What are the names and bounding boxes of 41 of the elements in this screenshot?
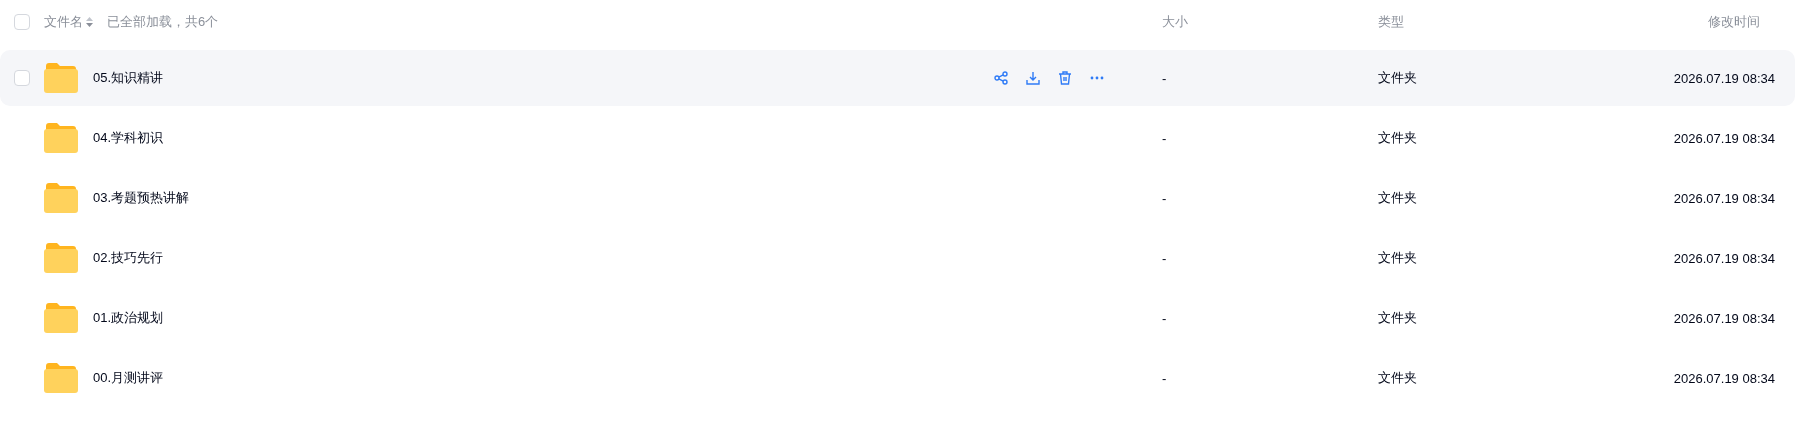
modified-time: 2026.07.19 08:34 <box>1672 70 1775 86</box>
type-column-header: 类型 <box>1378 13 1405 31</box>
file-size: - <box>1162 250 1168 266</box>
checkbox[interactable] <box>14 14 30 30</box>
file-size: - <box>1162 130 1168 146</box>
folder-icon <box>44 303 78 333</box>
file-type: 文件夹 <box>1378 309 1418 327</box>
file-type: 文件夹 <box>1378 369 1418 387</box>
file-name[interactable]: 03.考题预热讲解 <box>93 189 190 207</box>
folder-icon <box>44 123 78 153</box>
file-name[interactable]: 04.学科初识 <box>93 129 164 147</box>
share-icon[interactable] <box>994 71 1008 85</box>
file-type: 文件夹 <box>1378 69 1418 87</box>
file-name[interactable]: 02.技巧先行 <box>93 249 164 267</box>
modified-time: 2026.07.19 08:34 <box>1672 190 1775 206</box>
checkbox[interactable] <box>14 70 30 86</box>
file-type: 文件夹 <box>1378 189 1418 207</box>
delete-icon[interactable] <box>1058 71 1072 85</box>
file-size: - <box>1162 370 1168 386</box>
modified-time: 2026.07.19 08:34 <box>1672 370 1775 386</box>
size-column-header: 大小 <box>1162 13 1189 31</box>
file-name[interactable]: 00.月测讲评 <box>93 369 164 387</box>
file-size: - <box>1162 190 1168 206</box>
modified-column-header: 修改时间 <box>1707 13 1761 31</box>
modified-time: 2026.07.19 08:34 <box>1672 130 1775 146</box>
file-row-highlight[interactable]: 05.知识精讲 - 文件夹 2026.07.19 08:34 <box>0 50 1795 106</box>
download-icon[interactable] <box>1026 71 1040 85</box>
file-type: 文件夹 <box>1378 129 1418 147</box>
file-size: - <box>1162 70 1168 86</box>
load-status: 已全部加载，共6个 <box>107 13 219 31</box>
file-name[interactable]: 05.知识精讲 <box>93 69 164 87</box>
modified-time: 2026.07.19 08:34 <box>1672 250 1775 266</box>
folder-icon <box>44 63 78 93</box>
folder-icon <box>44 363 78 393</box>
modified-time: 2026.07.19 08:34 <box>1672 310 1775 326</box>
folder-icon <box>44 243 78 273</box>
sort-icon[interactable] <box>86 17 93 27</box>
file-type: 文件夹 <box>1378 249 1418 267</box>
folder-icon <box>44 183 78 213</box>
file-size: - <box>1162 310 1168 326</box>
file-name[interactable]: 01.政治规划 <box>93 309 164 327</box>
